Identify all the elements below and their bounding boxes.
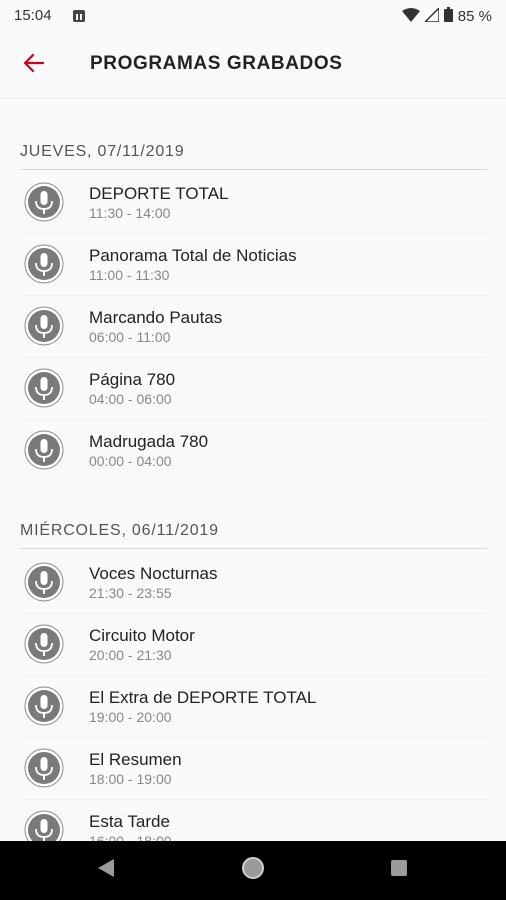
nav-back-button[interactable]	[76, 841, 136, 900]
program-item[interactable]: Esta Tarde 16:00 - 18:00	[20, 799, 487, 841]
status-time: 15:04	[14, 7, 52, 24]
program-title: Panorama Total de Noticias	[89, 246, 297, 265]
program-item[interactable]: El Resumen 18:00 - 19:00	[20, 737, 487, 800]
signal-icon	[422, 5, 440, 26]
recorded-programs-list[interactable]: JUEVES, 07/11/2019 DEPORTE TOTAL 11:30 -…	[0, 99, 506, 841]
status-bar: 15:04 85 %	[0, 0, 506, 32]
navigation-bar	[0, 841, 506, 900]
microphone-icon	[24, 430, 64, 470]
program-time: 06:00 - 11:00	[89, 329, 171, 345]
sim-notification-icon	[72, 9, 86, 28]
microphone-icon	[24, 306, 64, 346]
program-time: 18:00 - 19:00	[89, 771, 172, 787]
program-item[interactable]: DEPORTE TOTAL 11:30 - 14:00	[20, 171, 487, 234]
triangle-back-icon	[97, 858, 115, 883]
program-item[interactable]: Circuito Motor 20:00 - 21:30	[20, 613, 487, 676]
program-time: 11:00 - 11:30	[89, 267, 170, 283]
program-time: 21:30 - 23:55	[89, 585, 172, 601]
program-title: El Extra de DEPORTE TOTAL	[89, 688, 317, 707]
program-time: 11:30 - 14:00	[89, 205, 171, 221]
program-item[interactable]: Marcando Pautas 06:00 - 11:00	[20, 295, 487, 358]
program-time: 16:00 - 18:00	[89, 833, 172, 841]
program-item[interactable]: Panorama Total de Noticias 11:00 - 11:30	[20, 233, 487, 296]
program-title: Voces Nocturnas	[89, 564, 218, 583]
back-button[interactable]	[18, 49, 50, 81]
page-title: PROGRAMAS GRABADOS	[90, 53, 343, 74]
program-title: Marcando Pautas	[89, 308, 223, 327]
program-title: Página 780	[89, 370, 176, 389]
microphone-icon	[24, 182, 64, 222]
program-item[interactable]: El Extra de DEPORTE TOTAL 19:00 - 20:00	[20, 675, 487, 738]
program-title: Madrugada 780	[89, 432, 209, 451]
nav-home-button[interactable]	[223, 841, 283, 900]
program-time: 00:00 - 04:00	[89, 453, 172, 469]
program-item[interactable]: Voces Nocturnas 21:30 - 23:55	[20, 551, 487, 614]
microphone-icon	[24, 562, 64, 602]
program-time: 19:00 - 20:00	[89, 709, 172, 725]
program-title: El Resumen	[89, 750, 182, 769]
microphone-icon	[24, 810, 64, 841]
circle-home-icon	[241, 856, 265, 885]
arrow-left-icon	[22, 51, 46, 80]
program-time: 20:00 - 21:30	[89, 647, 172, 663]
program-title: Esta Tarde	[89, 812, 170, 831]
nav-recents-button[interactable]	[369, 841, 429, 900]
program-item[interactable]: Madrugada 780 00:00 - 04:00	[20, 419, 487, 481]
program-title: DEPORTE TOTAL	[89, 184, 229, 203]
microphone-icon	[24, 624, 64, 664]
app-bar: PROGRAMAS GRABADOS	[0, 32, 506, 99]
battery-level: 85 %	[457, 8, 492, 25]
section-date-header: MIÉRCOLES, 06/11/2019	[20, 522, 487, 549]
microphone-icon	[24, 748, 64, 788]
section-date-header: JUEVES, 07/11/2019	[20, 143, 487, 170]
square-recents-icon	[390, 859, 408, 882]
microphone-icon	[24, 368, 64, 408]
program-title: Circuito Motor	[89, 626, 195, 645]
battery-icon	[443, 7, 453, 26]
wifi-icon	[401, 7, 420, 26]
program-item[interactable]: Página 780 04:00 - 06:00	[20, 357, 487, 420]
microphone-icon	[24, 244, 64, 284]
microphone-icon	[24, 686, 64, 726]
program-time: 04:00 - 06:00	[89, 391, 172, 407]
